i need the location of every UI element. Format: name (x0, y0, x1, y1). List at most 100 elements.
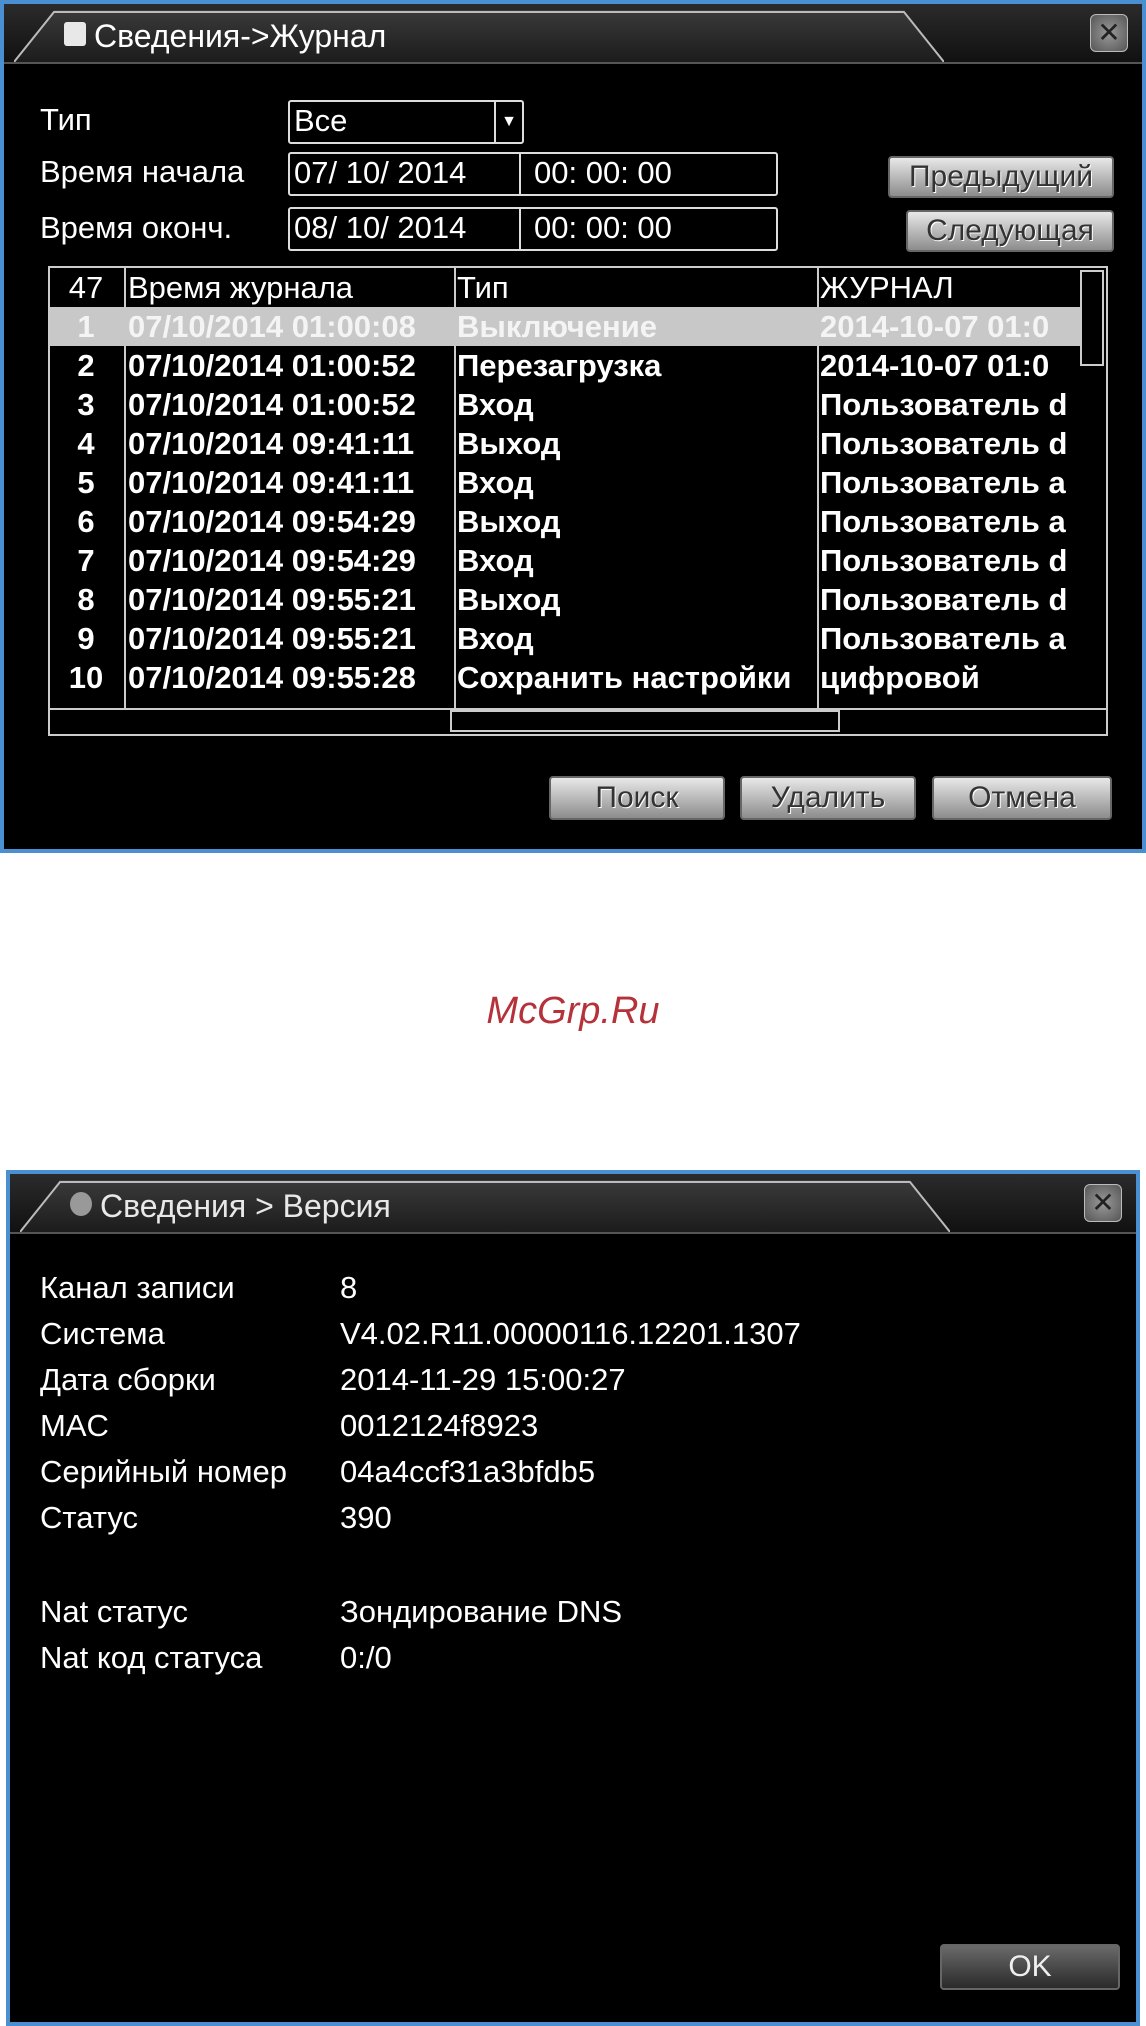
info-label: Nat статус (40, 1594, 188, 1629)
end-time-label: Время оконч. (40, 210, 233, 245)
header-log: ЖУРНАЛ (820, 270, 954, 305)
end-time-field[interactable]: 08/ 10/ 2014 00: 00: 00 (288, 207, 778, 251)
row-type: Вход (457, 465, 534, 500)
row-time: 07/10/2014 09:55:21 (128, 621, 416, 656)
table-row[interactable]: 7 07/10/2014 09:54:29 Вход Пользователь … (50, 541, 1080, 580)
table-row[interactable]: 2 07/10/2014 01:00:52 Перезагрузка 2014-… (50, 346, 1080, 385)
info-label: Статус (40, 1500, 138, 1535)
row-time: 07/10/2014 09:55:21 (128, 582, 416, 617)
log-window: Сведения->Журнал ✕ Тип Все ▼ Время начал… (0, 0, 1146, 853)
scroll-thumb[interactable] (450, 710, 840, 732)
close-button[interactable]: ✕ (1084, 1184, 1122, 1222)
row-log: Пользователь a (820, 504, 1066, 539)
row-num: 1 (77, 309, 95, 344)
row-time: 07/10/2014 09:41:11 (128, 426, 415, 461)
search-button[interactable]: Поиск (549, 776, 725, 820)
row-num: 5 (77, 465, 95, 500)
info-icon (64, 22, 86, 46)
row-type: Выход (457, 582, 561, 617)
row-num: 6 (77, 504, 95, 539)
row-type: Выход (457, 426, 561, 461)
table-row[interactable]: 1 07/10/2014 01:00:08 Выключение 2014-10… (50, 307, 1080, 346)
row-num: 8 (77, 582, 95, 617)
table-row[interactable]: 5 07/10/2014 09:41:11 Вход Пользователь … (50, 463, 1080, 502)
row-type: Сохранить настройки (457, 660, 792, 695)
row-num: 10 (68, 660, 104, 695)
close-button[interactable]: ✕ (1090, 14, 1128, 52)
log-titlebar: Сведения->Журнал ✕ (4, 4, 1142, 64)
start-time-value: 00: 00: 00 (534, 155, 672, 190)
delete-button[interactable]: Удалить (740, 776, 916, 820)
start-time-label: Время начала (40, 154, 245, 189)
next-button[interactable]: Следующая (906, 210, 1114, 252)
prev-button[interactable]: Предыдущий (888, 156, 1114, 198)
table-row[interactable]: 6 07/10/2014 09:54:29 Выход Пользователь… (50, 502, 1080, 541)
row-num: 2 (77, 348, 95, 383)
header-type: Тип (457, 270, 509, 305)
row-log: Пользователь d (820, 387, 1068, 422)
row-log: Пользователь d (820, 582, 1068, 617)
row-type: Перезагрузка (457, 348, 662, 383)
info-value: V4.02.R11.00000116.12201.1307 (340, 1316, 801, 1351)
row-log: 2014-10-07 01:0 (820, 309, 1050, 344)
table-row[interactable]: 8 07/10/2014 09:55:21 Выход Пользователь… (50, 580, 1080, 619)
table-header: 47 Время журнала Тип ЖУРНАЛ (50, 268, 1080, 309)
info-label: Канал записи (40, 1270, 235, 1305)
row-time: 07/10/2014 01:00:08 (128, 309, 416, 344)
row-type: Вход (457, 543, 534, 578)
start-date-value: 07/ 10/ 2014 (294, 155, 467, 190)
info-label: Дата сборки (40, 1362, 216, 1397)
info-value: 390 (340, 1500, 392, 1535)
row-type: Вход (457, 621, 534, 656)
info-label: Nat код статуса (40, 1640, 263, 1675)
table-row[interactable]: 9 07/10/2014 09:55:21 Вход Пользователь … (50, 619, 1080, 658)
info-label: Серийный номер (40, 1454, 287, 1489)
info-value: 2014-11-29 15:00:27 (340, 1362, 626, 1397)
type-label: Тип (40, 102, 92, 137)
row-log: Пользователь d (820, 543, 1068, 578)
log-title: Сведения->Журнал (94, 18, 387, 54)
info-value: 0012124f8923 (340, 1408, 539, 1443)
type-select[interactable]: Все ▼ (288, 100, 524, 144)
info-value: Зондирование DNS (340, 1594, 623, 1629)
row-time: 07/10/2014 09:41:11 (128, 465, 415, 500)
end-time-value: 00: 00: 00 (534, 210, 672, 245)
gear-icon (70, 1192, 92, 1216)
ok-button[interactable]: OK (940, 1944, 1120, 1990)
vertical-scrollbar[interactable] (1080, 270, 1104, 366)
row-log: 2014-10-07 01:0 (820, 348, 1050, 383)
log-table: 47 Время журнала Тип ЖУРНАЛ 1 07/10/2014… (48, 266, 1108, 736)
info-label: MAC (40, 1408, 109, 1443)
info-value: 04a4ccf31a3bfdb5 (340, 1454, 596, 1489)
row-num: 4 (77, 426, 95, 461)
version-title: Сведения > Версия (100, 1188, 391, 1224)
row-time: 07/10/2014 01:00:52 (128, 387, 416, 422)
horizontal-scrollbar[interactable] (50, 708, 1106, 734)
row-log: Пользователь d (820, 426, 1068, 461)
row-log: Пользователь a (820, 621, 1066, 656)
type-select-value: Все (294, 103, 348, 138)
table-row[interactable]: 4 07/10/2014 09:41:11 Выход Пользователь… (50, 424, 1080, 463)
info-value: 8 (340, 1270, 358, 1305)
version-window: Сведения > Версия ✕ Канал записи 8 Систе… (6, 1170, 1140, 2026)
row-time: 07/10/2014 01:00:52 (128, 348, 416, 383)
row-type: Выход (457, 504, 561, 539)
table-row[interactable]: 10 07/10/2014 09:55:28 Сохранить настрой… (50, 658, 1080, 697)
info-label: Система (40, 1316, 165, 1351)
chevron-down-icon[interactable]: ▼ (494, 102, 522, 142)
row-num: 9 (77, 621, 95, 656)
info-value: 0:/0 (340, 1640, 392, 1675)
header-time: Время журнала (128, 270, 354, 305)
table-row[interactable]: 3 07/10/2014 01:00:52 Вход Пользователь … (50, 385, 1080, 424)
row-log: цифровой (820, 660, 980, 695)
row-time: 07/10/2014 09:54:29 (128, 543, 416, 578)
row-time: 07/10/2014 09:54:29 (128, 504, 416, 539)
row-log: Пользователь a (820, 465, 1066, 500)
row-time: 07/10/2014 09:55:28 (128, 660, 416, 695)
row-num: 3 (77, 387, 95, 422)
end-date-value: 08/ 10/ 2014 (294, 210, 467, 245)
row-type: Вход (457, 387, 534, 422)
start-time-field[interactable]: 07/ 10/ 2014 00: 00: 00 (288, 152, 778, 196)
row-type: Выключение (457, 309, 658, 344)
cancel-button[interactable]: Отмена (932, 776, 1112, 820)
